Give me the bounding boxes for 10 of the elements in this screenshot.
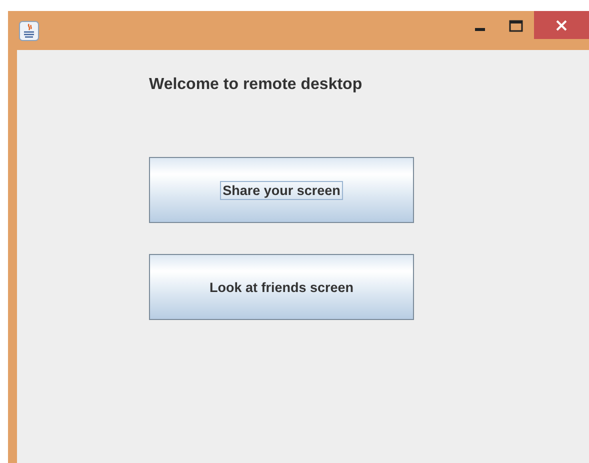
button-label: Share your screen bbox=[220, 180, 344, 200]
welcome-heading: Welcome to remote desktop bbox=[149, 75, 362, 95]
close-icon bbox=[556, 20, 567, 30]
maximize-icon bbox=[509, 20, 523, 32]
button-label: Look at friends screen bbox=[208, 278, 355, 296]
minimize-icon bbox=[475, 28, 485, 31]
action-button[interactable]: Look at friends screen bbox=[149, 254, 414, 320]
app-icon bbox=[19, 20, 39, 40]
action-button[interactable]: Share your screen bbox=[149, 157, 414, 223]
close-button[interactable] bbox=[534, 11, 589, 39]
